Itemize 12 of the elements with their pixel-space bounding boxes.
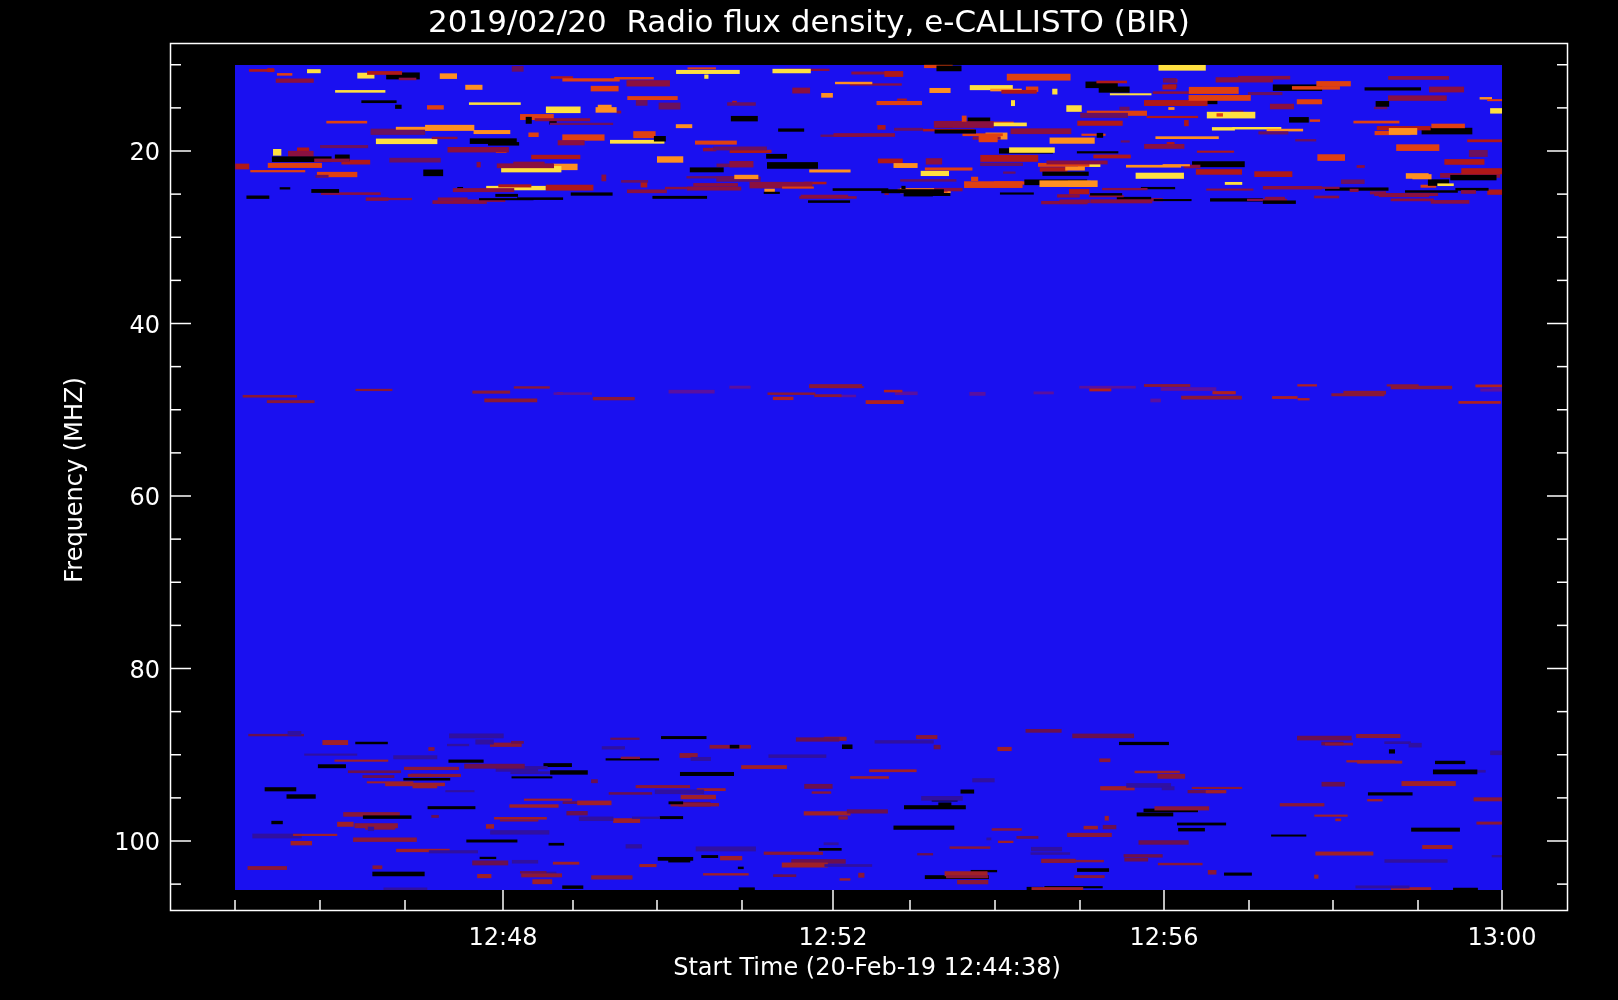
x-tick-label: 13:00 xyxy=(1467,923,1537,951)
x-tick-label: 12:52 xyxy=(798,923,868,951)
y-tick-label: 100 xyxy=(114,828,160,856)
y-tick-label: 40 xyxy=(129,310,160,339)
x-tick-label: 12:56 xyxy=(1129,923,1199,951)
y-tick-label: 60 xyxy=(129,483,160,511)
chart-title: 2019/02/20 Radio flux density, e-CALLISTO (BIR) xyxy=(428,3,1190,39)
y-tick-label: 20 xyxy=(129,138,160,166)
x-tick-label: 12:48 xyxy=(468,923,538,951)
y-tick-label: 80 xyxy=(129,655,160,684)
x-axis-label: Start Time (20-Feb-19 12:44:38) xyxy=(673,953,1061,981)
y-axis-label: Frequency (MHZ) xyxy=(60,377,88,583)
